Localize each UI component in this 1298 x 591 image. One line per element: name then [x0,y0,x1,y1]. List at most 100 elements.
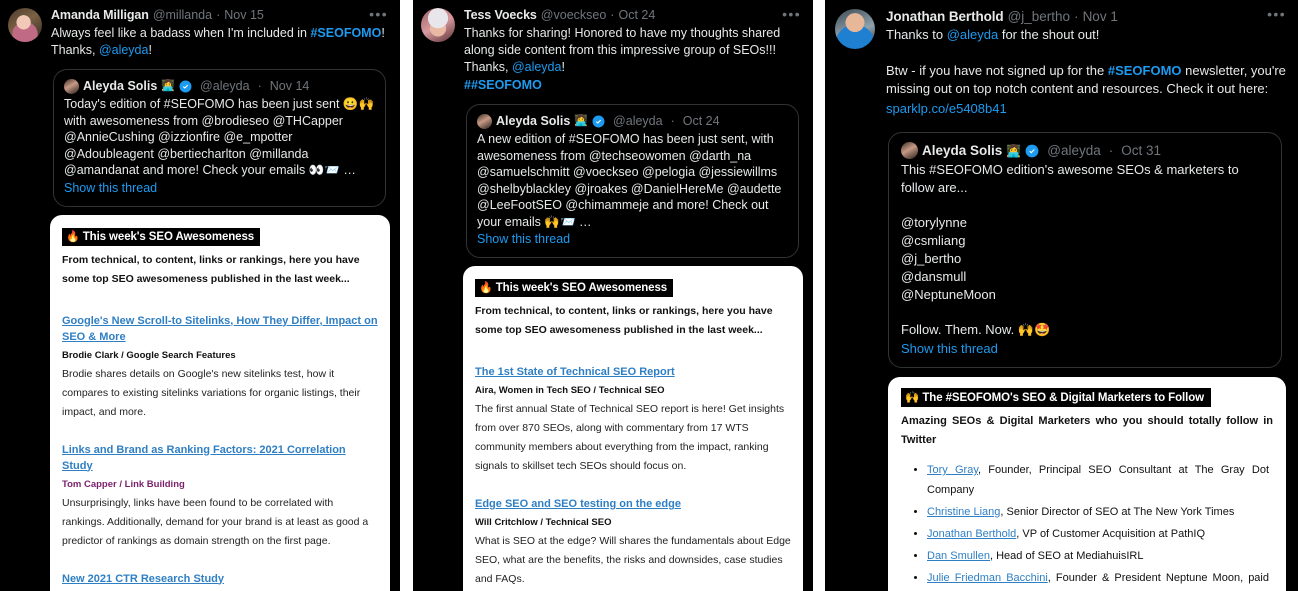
newsletter-item-title[interactable]: Edge SEO and SEO testing on the edge [475,496,791,512]
tweet-author-row: Amanda Milligan @millanda · Nov 15 [51,7,390,24]
quoted-handle: @aleyda [613,114,663,128]
mention-aleyda[interactable]: @aleyda [512,60,562,74]
tweet-url-link[interactable]: sparklp.co/e5408b41 [886,100,1286,119]
list-item: Christine Liang, Senior Director of SEO … [927,502,1273,522]
tweet-panel-jonathan: ••• Jonathan Berthold @j_bertho · Nov 1 … [825,0,1298,591]
tweet-date[interactable]: Nov 1 [1083,8,1118,25]
quoted-avatar [64,78,79,94]
quoted-tweet[interactable]: Aleyda Solis 👩‍💻 @aleyda · Nov 14 Today'… [53,69,386,207]
list-item: Tory Gray, Founder, Principal SEO Consul… [927,460,1273,500]
tweet-para2-part-a: Btw - if you have not signed up for the [886,62,1108,78]
newsletter-item-title[interactable]: The 1st State of Technical SEO Report [475,364,791,380]
author-handle[interactable]: @millanda [153,7,212,24]
tweet-text: Always feel like a badass when I'm inclu… [51,25,390,59]
tweet-text: Thanks to @aleyda for the shout out! [886,26,1286,45]
mention-aleyda[interactable]: @aleyda [99,43,149,57]
quoted-author-row: Aleyda Solis 👩‍💻 @aleyda · Oct 24 [477,113,788,129]
newsletter-intro: From technical, to content, links or ran… [62,253,360,285]
quoted-mention[interactable]: @j_bertho [901,250,1269,268]
more-options-icon[interactable]: ••• [369,7,388,21]
newsletter-banner: 🔥 This week's SEO Awesomeness [62,227,261,246]
author-display-name[interactable]: Jonathan Berthold [886,8,1004,25]
more-options-icon[interactable]: ••• [1267,7,1286,21]
woman-technologist-emoji: 👩‍💻 [574,115,589,127]
avatar[interactable] [421,8,455,42]
quoted-date: Oct 31 [1121,142,1162,158]
follow-person-link[interactable]: Jonathan Berthold [927,528,1016,540]
avatar[interactable] [8,8,42,42]
newsletter-card: 🔥 This week's SEO Awesomeness From techn… [463,266,803,591]
quoted-handle: @aleyda [1047,142,1101,158]
newsletter-banner-text: This week's SEO Awesomeness [495,282,668,294]
author-display-name[interactable]: Amanda Milligan [51,7,149,24]
quoted-mention[interactable]: @dansmull [901,268,1269,286]
newsletter-item-meta: Will Critchlow / Technical SEO [475,517,612,528]
tweet-tess: Tess Voecks @voeckseo · Oct 24 Thanks fo… [413,0,813,258]
separator-dot: · [216,8,221,22]
author-handle[interactable]: @voeckseo [541,7,607,24]
quoted-tweet[interactable]: Aleyda Solis 👩‍💻 @aleyda · Oct 24 A new … [466,104,799,258]
follow-person-link[interactable]: Christine Liang [927,506,1000,518]
show-this-thread-link[interactable]: Show this thread [901,340,1269,357]
quoted-mention[interactable]: @csmliang [901,232,1269,250]
show-this-thread-link[interactable]: Show this thread [64,180,375,197]
quoted-display-name: Aleyda Solis [496,114,571,128]
newsletter-item-description: The first annual State of Technical SEO … [475,403,785,472]
tweet-panel-tess: ••• Tess Voecks @voeckseo · Oct 24 Thank… [413,0,813,591]
follow-person-link[interactable]: Tory Gray [927,464,978,476]
show-this-thread-link[interactable]: Show this thread [477,231,788,248]
quoted-author-row: Aleyda Solis 👩‍💻 @aleyda · Oct 31 [901,142,1269,159]
author-handle[interactable]: @j_bertho [1008,8,1071,25]
mention-aleyda[interactable]: @aleyda [947,27,999,42]
newsletter-intro: Amazing SEOs & Digital Marketers who you… [901,415,1273,446]
hashtag-seofomo[interactable]: #SEOFOMO [310,26,381,40]
quoted-separator-dot: · [257,79,262,93]
quoted-mention[interactable]: @torylynne [901,214,1269,232]
quoted-tweet-text: This #SEOFOMO edition's awesome SEOs & m… [901,162,1239,195]
follow-person-link[interactable]: Dan Smullen [927,550,990,562]
newsletter-item: Edge SEO and SEO testing on the edge Wil… [475,496,791,589]
follow-person-role: , VP of Customer Acquisition at PathIQ [1016,528,1206,540]
quoted-mention-list: @torylynne @csmliang @j_bertho @dansmull… [901,214,1269,304]
quoted-separator-dot: · [1108,142,1114,158]
list-item: Julie Friedman Bacchini, Founder & Presi… [927,568,1273,591]
newsletter-banner-text: This week's SEO Awesomeness [82,230,255,243]
fire-emoji: 🔥 [66,230,80,243]
quoted-tweet[interactable]: Aleyda Solis 👩‍💻 @aleyda · Oct 31 This #… [888,132,1282,368]
newsletter-item: Google's New Scroll-to Sitelinks, How Th… [62,313,378,422]
tweet-jonathan: Jonathan Berthold @j_bertho · Nov 1 Than… [825,0,1298,368]
follow-person-link[interactable]: Julie Friedman Bacchini [927,572,1048,584]
tweet-author-row: Jonathan Berthold @j_bertho · Nov 1 [886,8,1286,25]
tweet-date[interactable]: Oct 24 [618,7,655,24]
more-options-icon[interactable]: ••• [782,7,801,21]
list-item: Dan Smullen, Head of SEO at MediahuisIRL [927,546,1273,566]
newsletter-banner: 🔥 This week's SEO Awesomeness [475,279,674,297]
tweet-text-part-a: Always feel like a badass when I'm inclu… [51,26,311,40]
verified-badge-icon [592,115,605,127]
quoted-tweet-text: Today's edition of #SEOFOMO has been jus… [64,97,375,177]
newsletter-item-description: Brodie shares details on Google's new si… [62,367,361,418]
author-display-name[interactable]: Tess Voecks [464,7,537,24]
woman-technologist-emoji: 👩‍💻 [161,80,176,92]
list-item: Jonathan Berthold, VP of Customer Acquis… [927,524,1273,544]
quoted-date: Nov 14 [269,79,310,93]
newsletter-item-title[interactable]: Google's New Scroll-to Sitelinks, How Th… [62,313,378,345]
follow-list: Tory Gray, Founder, Principal SEO Consul… [927,460,1273,591]
newsletter-item-title[interactable]: New 2021 CTR Research Study [62,571,378,587]
newsletter-banner-text: The #SEOFOMO's SEO & Digital Marketers t… [922,392,1204,404]
tweet-text-part-b: for the shout out! [998,27,1100,42]
quoted-mention[interactable]: @NeptuneMoon [901,286,1269,304]
newsletter-card: 🙌 The #SEOFOMO's SEO & Digital Marketers… [888,377,1286,591]
newsletter-item-meta: Brodie Clark / Google Search Features [62,349,236,361]
panel-divider [400,0,413,591]
tweet-date[interactable]: Nov 15 [224,7,264,24]
hashtag-line[interactable]: ##SEOFOMO [464,77,803,94]
panel-divider [813,0,825,591]
hashtag-seofomo[interactable]: #SEOFOMO [1108,63,1182,78]
newsletter-item-title[interactable]: Links and Brand as Ranking Factors: 2021… [62,442,378,474]
avatar[interactable] [835,9,875,49]
newsletter-intro: From technical, to content, links or ran… [475,305,773,336]
separator-dot: · [610,8,615,22]
newsletter-item: New 2021 CTR Research Study Mitul Gandhi… [62,571,378,591]
tweet-amanda: Amanda Milligan @millanda · Nov 15 Alway… [0,0,400,207]
